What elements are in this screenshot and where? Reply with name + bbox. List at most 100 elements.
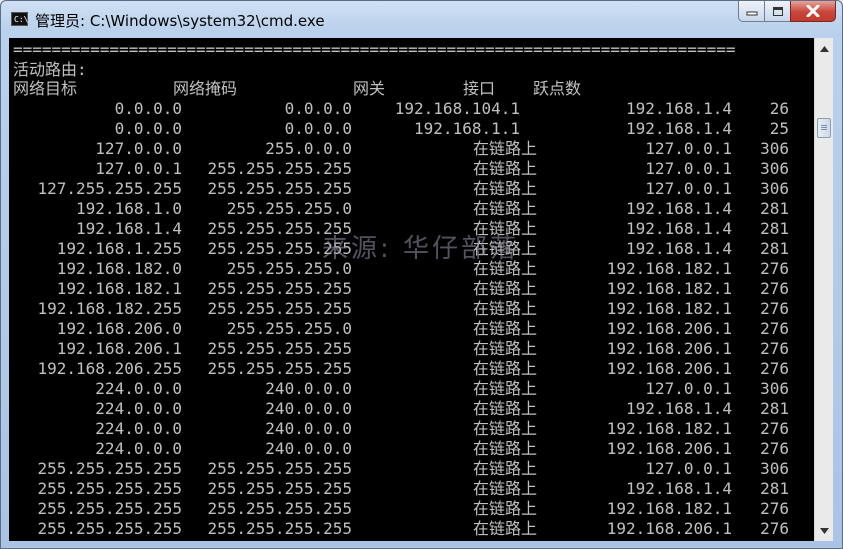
cell-destination: 192.168.1.255 <box>56 239 182 258</box>
cmd-window: C:\ 管理员: C:\Windows\system32\cmd.exe ===… <box>0 0 843 549</box>
close-icon <box>806 5 820 17</box>
cell-metric: 276 <box>760 499 789 518</box>
cell-destination: 0.0.0.0 <box>114 99 182 118</box>
cell-metric: 276 <box>760 279 789 298</box>
cell-gateway: 在链路上 <box>473 139 538 158</box>
cell-destination: 255.255.255.255 <box>37 499 183 518</box>
table-row: 192.168.206.255 255.255.255.255 在链路上 192.16… <box>13 359 813 379</box>
vertical-scrollbar[interactable] <box>814 38 833 541</box>
cell-destination: 192.168.182.255 <box>37 299 183 318</box>
cell-destination: 192.168.1.0 <box>76 199 182 218</box>
table-row: 192.168.182.255 255.255.255.255 在链路上 192.16… <box>13 299 813 319</box>
minimize-icon <box>746 11 757 16</box>
cell-destination: 192.168.182.0 <box>56 259 182 278</box>
header-metric: 跃点数 <box>533 79 582 98</box>
cell-metric: 276 <box>760 439 789 458</box>
maximize-icon <box>772 6 783 16</box>
separator-line: ========================================… <box>13 40 736 59</box>
cell-interface: 192.168.182.1 <box>606 419 732 438</box>
table-row: 127.255.255.255 255.255.255.255 在链路上 127.0.… <box>13 179 813 199</box>
cell-interface: 192.168.206.1 <box>606 519 732 538</box>
cell-destination: 127.0.0.1 <box>95 159 182 178</box>
header-destination: 网络目标 <box>13 79 78 98</box>
cell-metric: 276 <box>760 299 789 318</box>
cell-destination: 192.168.182.1 <box>56 279 182 298</box>
maximize-button[interactable] <box>764 1 790 22</box>
cell-metric: 281 <box>760 239 789 258</box>
cell-destination: 224.0.0.0 <box>95 379 182 398</box>
cell-interface: 127.0.0.1 <box>645 139 732 158</box>
cell-interface: 192.168.182.1 <box>606 279 732 298</box>
cell-gateway: 在链路上 <box>473 519 538 538</box>
window-controls <box>738 1 836 22</box>
cell-gateway: 在链路上 <box>473 359 538 378</box>
table-row: 224.0.0.0 240.0.0.0 在链路上 192.168.206.1 276 <box>13 439 813 459</box>
cell-metric: 281 <box>760 219 789 238</box>
watermark: 来源: 华仔部落 <box>322 234 520 264</box>
cell-destination: 192.168.206.0 <box>56 319 182 338</box>
table-row: 255.255.255.255 255.255.255.255 在链路上 192.16… <box>13 519 813 539</box>
section-title: 活动路由: <box>13 60 87 79</box>
cell-destination: 224.0.0.0 <box>95 399 182 418</box>
cell-netmask: 255.255.255.255 <box>207 499 353 518</box>
close-button[interactable] <box>790 1 836 22</box>
cell-netmask: 255.255.255.255 <box>207 459 353 478</box>
cell-metric: 276 <box>760 259 789 278</box>
cell-netmask: 240.0.0.0 <box>265 399 352 418</box>
cell-netmask: 255.255.255.255 <box>207 359 353 378</box>
cell-metric: 306 <box>760 459 789 478</box>
table-row: 0.0.0.0 0.0.0.0 192.168.1.1 192.168.1.4 25 <box>13 119 813 139</box>
minimize-button[interactable] <box>738 1 764 22</box>
table-row: 127.0.0.1 255.255.255.255 在链路上 127.0.0.1 306 <box>13 159 813 179</box>
cell-gateway: 在链路上 <box>473 319 538 338</box>
scroll-thumb[interactable] <box>817 118 831 138</box>
cell-destination: 224.0.0.0 <box>95 419 182 438</box>
scroll-down-button[interactable] <box>816 522 833 539</box>
cell-netmask: 255.255.255.255 <box>207 279 353 298</box>
arrow-up-icon <box>820 45 829 52</box>
table-row: 255.255.255.255 255.255.255.255 在链路上 192.16… <box>13 479 813 499</box>
cell-netmask: 0.0.0.0 <box>284 99 352 118</box>
cell-interface: 127.0.0.1 <box>645 179 732 198</box>
cell-interface: 192.168.1.4 <box>626 99 732 118</box>
cell-gateway: 在链路上 <box>473 199 538 218</box>
table-row: 255.255.255.255 255.255.255.255 在链路上 127.0.… <box>13 459 813 479</box>
cell-interface: 192.168.182.1 <box>606 259 732 278</box>
cell-interface: 127.0.0.1 <box>645 379 732 398</box>
cell-interface: 192.168.1.4 <box>626 119 732 138</box>
cell-metric: 281 <box>760 399 789 418</box>
cell-destination: 255.255.255.255 <box>37 459 183 478</box>
title-bar[interactable]: C:\ 管理员: C:\Windows\system32\cmd.exe <box>1 1 842 37</box>
cell-netmask: 255.255.255.255 <box>207 479 353 498</box>
cell-interface: 192.168.182.1 <box>606 499 732 518</box>
table-row: 192.168.1.0 255.255.255.0 在链路上 192.168.1.4 2… <box>13 199 813 219</box>
cell-netmask: 0.0.0.0 <box>284 119 352 138</box>
cell-gateway: 192.168.1.1 <box>414 119 520 138</box>
cell-interface: 192.168.1.4 <box>626 479 732 498</box>
cell-destination: 127.255.255.255 <box>37 179 183 198</box>
cell-gateway: 在链路上 <box>473 379 538 398</box>
cell-gateway: 在链路上 <box>473 439 538 458</box>
cell-destination: 192.168.206.255 <box>37 359 183 378</box>
cell-interface: 192.168.206.1 <box>606 439 732 458</box>
cell-interface: 192.168.1.4 <box>626 239 732 258</box>
arrow-down-icon <box>820 527 829 534</box>
cell-netmask: 255.255.255.255 <box>207 299 353 318</box>
scroll-up-button[interactable] <box>816 40 833 57</box>
cell-interface: 127.0.0.1 <box>645 459 732 478</box>
cell-destination: 255.255.255.255 <box>37 519 183 538</box>
cell-metric: 276 <box>760 339 789 358</box>
cell-netmask: 255.255.255.0 <box>226 199 352 218</box>
console-output[interactable]: ========================================… <box>9 38 814 541</box>
cell-metric: 276 <box>760 519 789 538</box>
table-header: 网络目标 网络掩码 网关 接口 跃点数 <box>13 79 813 99</box>
cell-interface: 192.168.1.4 <box>626 199 732 218</box>
table-row: 224.0.0.0 240.0.0.0 在链路上 192.168.182.1 276 <box>13 419 813 439</box>
cell-destination: 192.168.206.1 <box>56 339 182 358</box>
cmd-app-icon[interactable]: C:\ <box>11 12 28 26</box>
table-row: 0.0.0.0 0.0.0.0 192.168.104.1 192.168.1.4 26 <box>13 99 813 119</box>
cell-gateway: 192.168.104.1 <box>394 99 520 118</box>
window-title: 管理员: C:\Windows\system32\cmd.exe <box>35 12 325 30</box>
cell-metric: 306 <box>760 139 789 158</box>
cell-gateway: 在链路上 <box>473 179 538 198</box>
